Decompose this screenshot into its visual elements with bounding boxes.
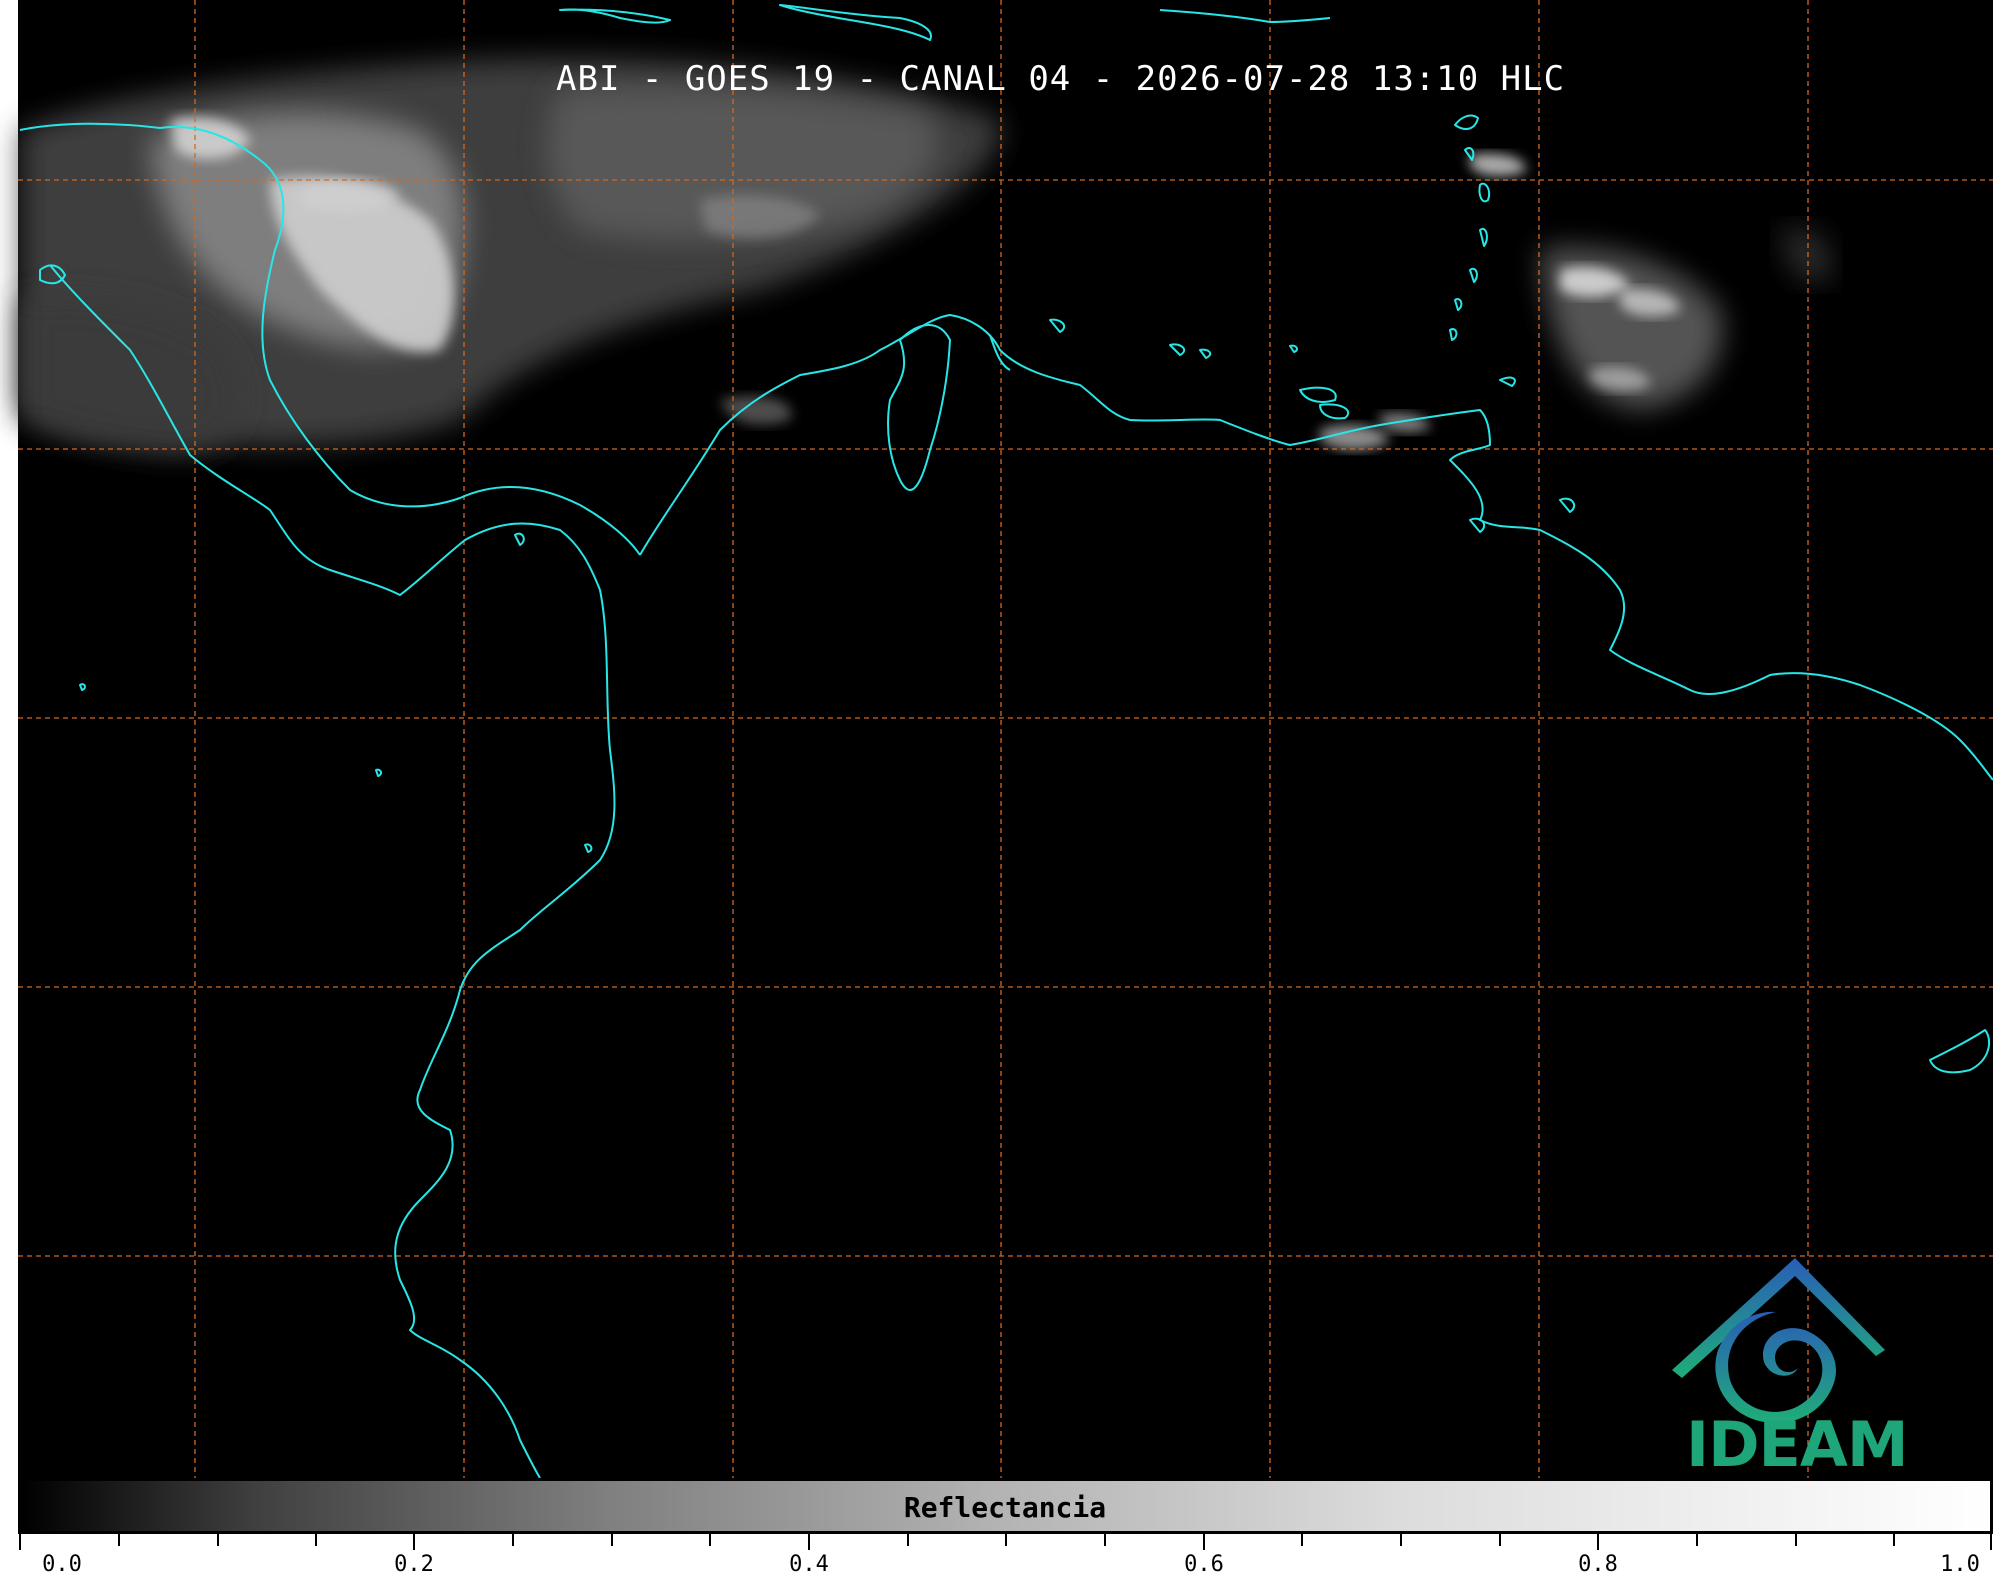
colorbar-tick-label: 0.4 xyxy=(789,1552,829,1577)
colorbar-tick xyxy=(315,1534,317,1546)
colorbar-tick xyxy=(1696,1534,1698,1546)
colorbar-tick xyxy=(611,1534,613,1546)
map-title: ABI - GOES 19 - CANAL 04 - 2026-07-28 13… xyxy=(556,59,1566,99)
ideam-logo-text: IDEAM xyxy=(1686,1408,1909,1481)
colorbar-tick xyxy=(19,1534,21,1550)
colorbar-tick-label: 0.6 xyxy=(1184,1552,1224,1577)
colorbar-tick xyxy=(1990,1534,1992,1550)
colorbar-tick xyxy=(413,1534,415,1550)
colorbar-tick xyxy=(1203,1534,1205,1550)
colorbar-tick xyxy=(1104,1534,1106,1546)
colorbar-tick xyxy=(1597,1534,1599,1550)
satellite-map xyxy=(18,0,1994,1479)
colorbar-tick xyxy=(709,1534,711,1546)
colorbar-tick xyxy=(1400,1534,1402,1546)
colorbar-tick xyxy=(118,1534,120,1546)
colorbar-tick xyxy=(512,1534,514,1546)
colorbar-tick xyxy=(1795,1534,1797,1546)
colorbar-label: Reflectancia xyxy=(903,1491,1107,1524)
colorbar-tick-label: 0.2 xyxy=(394,1552,434,1577)
colorbar-tick xyxy=(1893,1534,1895,1546)
colorbar-tick-label: 1.0 xyxy=(1940,1552,1980,1577)
colorbar-tick-label: 0.0 xyxy=(42,1552,82,1577)
colorbar-tick xyxy=(907,1534,909,1546)
colorbar-tick xyxy=(1005,1534,1007,1546)
colorbar-tick xyxy=(808,1534,810,1550)
colorbar-tick xyxy=(217,1534,219,1546)
colorbar-tick xyxy=(1301,1534,1303,1546)
colorbar-tick xyxy=(1499,1534,1501,1546)
colorbar-tick-label: 0.8 xyxy=(1578,1552,1618,1577)
